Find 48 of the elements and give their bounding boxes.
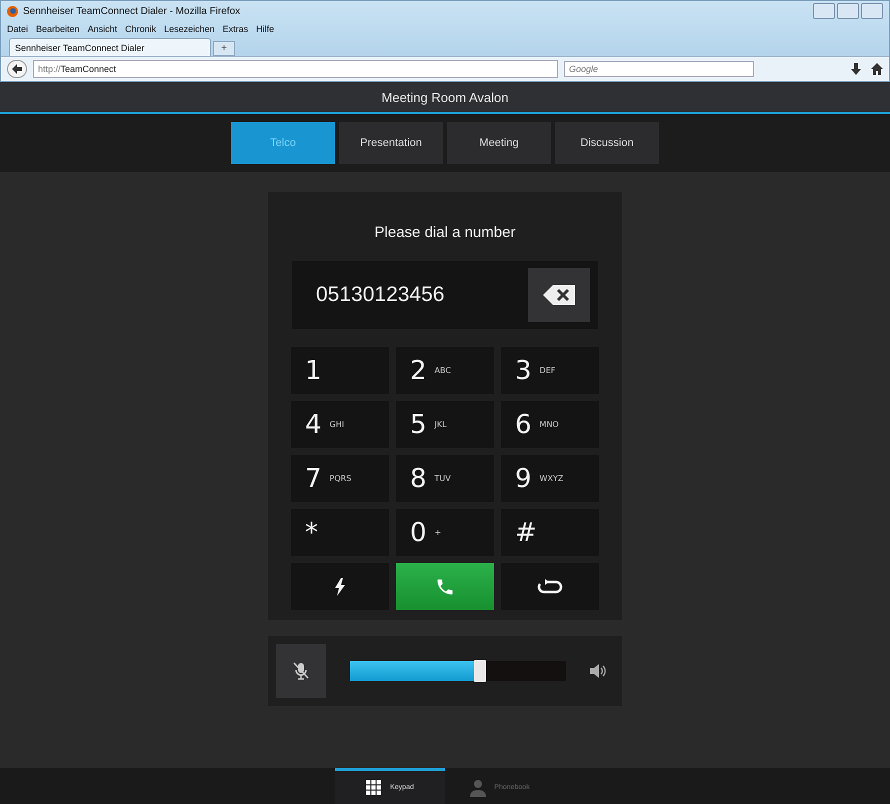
keypad-key[interactable]: 7 PQRS <box>291 455 389 502</box>
mute-button[interactable] <box>276 644 326 698</box>
grid-icon <box>366 780 382 796</box>
backspace-icon <box>543 285 575 305</box>
menu-item[interactable]: Chronik <box>125 24 156 34</box>
keypad-key[interactable]: 5 JKL <box>396 401 494 448</box>
volume-slider[interactable] <box>350 661 566 681</box>
menu-item[interactable]: Datei <box>7 24 28 34</box>
home-icon[interactable] <box>871 63 883 75</box>
keypad-key[interactable]: 9 WXYZ <box>501 455 599 502</box>
keypad-key[interactable]: 3 DEF <box>501 347 599 394</box>
address-field[interactable]: http://TeamConnect <box>33 60 558 78</box>
keypad-key[interactable]: 6 MNO <box>501 401 599 448</box>
slider-thumb[interactable] <box>474 660 486 682</box>
loop-icon <box>537 578 563 594</box>
dialed-number: 05130123456 <box>316 283 446 307</box>
redial-button[interactable] <box>501 563 599 610</box>
mode-tab[interactable]: Presentation <box>339 122 443 164</box>
keypad-key[interactable]: # <box>501 509 599 556</box>
keypad-key[interactable]: * <box>291 509 389 556</box>
browser-tab[interactable]: Sennheiser TeamConnect Dialer <box>9 38 211 56</box>
new-tab-button[interactable]: + <box>213 41 235 56</box>
room-title: Meeting Room Avalon <box>382 90 508 104</box>
person-icon <box>470 778 486 796</box>
menu-item[interactable]: Lesezeichen <box>164 24 215 34</box>
backspace-button[interactable] <box>528 268 590 322</box>
back-arrow-icon <box>12 64 22 74</box>
lightning-icon <box>334 578 346 596</box>
keypad-key[interactable]: 0 + <box>396 509 494 556</box>
menu-item[interactable]: Extras <box>222 24 248 34</box>
browser-logo-icon <box>7 6 18 16</box>
speaker-icon <box>590 664 608 678</box>
back-button[interactable] <box>7 60 27 78</box>
mode-tab[interactable]: Meeting <box>447 122 551 164</box>
window-title: Sennheiser TeamConnect Dialer - Mozilla Firefox <box>23 6 240 16</box>
keypad-key[interactable]: 2 ABC <box>396 347 494 394</box>
menu-item[interactable]: Ansicht <box>88 24 118 34</box>
keypad-key[interactable]: 1 <box>291 347 389 394</box>
search-field[interactable]: Google <box>564 61 754 77</box>
download-icon[interactable] <box>851 63 861 75</box>
mode-tab[interactable]: Discussion <box>555 122 659 164</box>
mic-off-icon <box>293 662 309 680</box>
dial-prompt: Please dial a number <box>374 224 516 241</box>
keypad-key[interactable]: 8 TUV <box>396 455 494 502</box>
menu-item[interactable]: Hilfe <box>256 24 274 34</box>
menu-item[interactable]: Bearbeiten <box>36 24 80 34</box>
phone-icon <box>435 576 455 596</box>
keypad-key[interactable]: 4 GHI <box>291 401 389 448</box>
